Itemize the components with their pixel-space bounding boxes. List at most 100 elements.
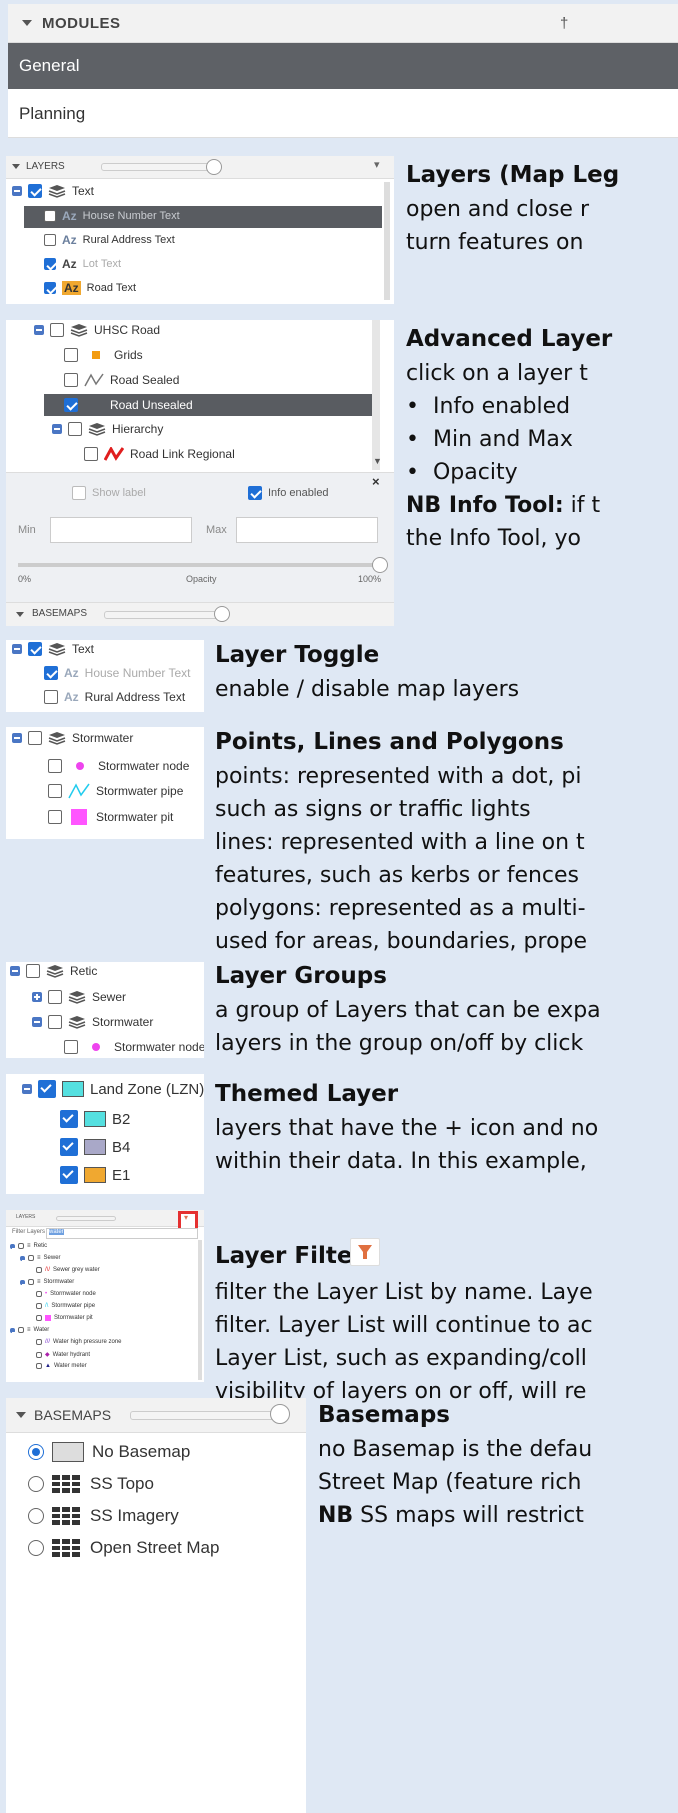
layer-road-text[interactable]: Az Road Text bbox=[44, 281, 136, 295]
basemap-option-osm[interactable]: Open Street Map bbox=[28, 1538, 219, 1558]
modules-header[interactable]: MODULES † bbox=[8, 4, 678, 43]
opacity-slider[interactable] bbox=[101, 163, 221, 171]
scrollbar[interactable] bbox=[372, 320, 380, 470]
layer-checkbox[interactable] bbox=[26, 964, 40, 978]
opacity-slider-track[interactable] bbox=[18, 563, 380, 567]
layer-checkbox[interactable] bbox=[60, 1110, 78, 1128]
filter-row-sewer-grey-water[interactable]: /\/Sewer grey water bbox=[36, 1267, 100, 1273]
layer-checkbox[interactable] bbox=[48, 784, 62, 798]
info-enabled-option[interactable]: Info enabled bbox=[248, 486, 329, 500]
layer-rural-address-text[interactable]: Az Rural Address Text bbox=[44, 690, 185, 704]
layer-checkbox[interactable] bbox=[64, 398, 78, 412]
layer-checkbox[interactable] bbox=[44, 258, 56, 270]
layer-group-retic[interactable]: Retic bbox=[10, 964, 97, 978]
layer-checkbox[interactable] bbox=[18, 1327, 24, 1333]
basemap-radio[interactable] bbox=[28, 1444, 44, 1460]
collapse-icon[interactable] bbox=[10, 1327, 18, 1334]
collapse-icon[interactable] bbox=[12, 186, 22, 196]
show-label-option[interactable]: Show label bbox=[72, 486, 146, 500]
basemap-opacity-slider[interactable] bbox=[130, 1411, 288, 1420]
layer-group-hierarchy[interactable]: Hierarchy bbox=[52, 422, 163, 436]
max-input[interactable] bbox=[236, 517, 378, 543]
layer-checkbox[interactable] bbox=[60, 1166, 78, 1184]
basemap-option-ss-imagery[interactable]: SS Imagery bbox=[28, 1506, 179, 1526]
collapse-caret-icon[interactable] bbox=[16, 612, 24, 617]
close-icon[interactable]: × bbox=[372, 474, 380, 489]
layer-checkbox[interactable] bbox=[28, 184, 42, 198]
layer-road-sealed[interactable]: Road Sealed bbox=[64, 373, 179, 387]
filter-row-stormwater-node[interactable]: • Stormwater node bbox=[36, 1291, 96, 1297]
layer-checkbox[interactable] bbox=[60, 1138, 78, 1156]
basemap-radio[interactable] bbox=[28, 1540, 44, 1556]
filter-icon[interactable]: ▾ bbox=[374, 158, 380, 171]
scrollbar[interactable] bbox=[198, 1240, 202, 1380]
show-label-checkbox[interactable] bbox=[72, 486, 86, 500]
filter-row-water[interactable]: ≡ Water bbox=[10, 1327, 49, 1334]
layer-checkbox[interactable] bbox=[28, 1279, 34, 1285]
layer-checkbox[interactable] bbox=[28, 1255, 34, 1261]
layer-rural-address-text[interactable]: Az Rural Address Text bbox=[44, 233, 175, 247]
layer-house-number-text[interactable]: Az House Number Text bbox=[44, 666, 191, 680]
slider-knob[interactable] bbox=[206, 159, 222, 175]
layer-group-land-zone[interactable]: Land Zone (LZN) bbox=[22, 1080, 204, 1098]
collapse-caret-icon[interactable] bbox=[22, 20, 32, 26]
layer-checkbox[interactable] bbox=[48, 810, 62, 824]
layer-stormwater-pit[interactable]: Stormwater pit bbox=[48, 809, 173, 825]
basemap-option-none[interactable]: No Basemap bbox=[28, 1442, 190, 1462]
min-input[interactable] bbox=[50, 517, 192, 543]
theme-class-b2[interactable]: B2 bbox=[60, 1110, 130, 1128]
layer-checkbox[interactable] bbox=[28, 642, 42, 656]
filter-row-water-meter[interactable]: ▲ Water meter bbox=[36, 1363, 87, 1369]
layer-road-unsealed[interactable]: Road Unsealed bbox=[64, 398, 193, 412]
layer-group-stormwater[interactable]: Stormwater bbox=[32, 1015, 153, 1029]
layer-checkbox[interactable] bbox=[48, 759, 62, 773]
collapse-icon[interactable] bbox=[12, 733, 22, 743]
layer-checkbox[interactable] bbox=[64, 1040, 78, 1054]
layer-group-text[interactable]: Text bbox=[12, 642, 94, 656]
layer-house-number-text[interactable]: Az House Number Text bbox=[44, 209, 180, 223]
filter-row-water-high-pressure[interactable]: ///Water high pressure zone bbox=[36, 1339, 122, 1345]
layer-checkbox[interactable] bbox=[36, 1315, 42, 1321]
collapse-icon[interactable] bbox=[10, 1243, 18, 1250]
basemap-radio[interactable] bbox=[28, 1476, 44, 1492]
collapse-icon[interactable] bbox=[32, 1017, 42, 1027]
filter-icon[interactable]: ▾ bbox=[184, 1213, 188, 1222]
filter-input[interactable] bbox=[46, 1228, 198, 1239]
filter-row-stormwater-pipe[interactable]: /\ Stormwater pipe bbox=[36, 1303, 95, 1309]
filter-row-stormwater-pit[interactable]: Stormwater pit bbox=[36, 1315, 93, 1321]
layer-checkbox[interactable] bbox=[64, 348, 78, 362]
layer-checkbox[interactable] bbox=[48, 990, 62, 1004]
layer-checkbox[interactable] bbox=[36, 1267, 42, 1273]
collapse-icon[interactable] bbox=[10, 966, 20, 976]
collapse-icon[interactable] bbox=[20, 1279, 28, 1286]
layer-group-sewer[interactable]: Sewer bbox=[32, 990, 126, 1004]
layer-lot-text[interactable]: Az Lot Text bbox=[44, 257, 121, 271]
theme-class-e1[interactable]: E1 bbox=[60, 1166, 130, 1184]
layer-checkbox[interactable] bbox=[48, 1015, 62, 1029]
layer-checkbox[interactable] bbox=[44, 282, 56, 294]
layer-grids[interactable]: Grids bbox=[64, 348, 143, 362]
layer-checkbox[interactable] bbox=[36, 1339, 42, 1345]
layer-checkbox[interactable] bbox=[68, 422, 82, 436]
layer-checkbox[interactable] bbox=[44, 234, 56, 246]
collapse-icon[interactable] bbox=[20, 1255, 28, 1262]
collapse-caret-icon[interactable] bbox=[16, 1412, 26, 1418]
layer-checkbox[interactable] bbox=[36, 1363, 42, 1369]
layer-checkbox[interactable] bbox=[36, 1303, 42, 1309]
layer-checkbox[interactable] bbox=[64, 373, 78, 387]
collapse-icon[interactable] bbox=[12, 644, 22, 654]
layer-checkbox[interactable] bbox=[84, 447, 98, 461]
layer-road-link-regional[interactable]: Road Link Regional bbox=[84, 447, 235, 461]
layer-group-uhsc-road[interactable]: UHSC Road bbox=[34, 323, 160, 337]
info-enabled-checkbox[interactable] bbox=[248, 486, 262, 500]
scrollbar[interactable] bbox=[384, 182, 390, 300]
collapse-icon[interactable] bbox=[22, 1084, 32, 1094]
filter-row-retic[interactable]: ≡ Retic bbox=[10, 1243, 47, 1250]
collapse-icon[interactable] bbox=[34, 325, 44, 335]
collapse-icon[interactable] bbox=[52, 424, 62, 434]
layer-stormwater-node[interactable]: Stormwater node bbox=[64, 1040, 204, 1054]
layer-checkbox[interactable] bbox=[44, 690, 58, 704]
filter-row-water-hydrant[interactable]: ◆ Water hydrant bbox=[36, 1351, 90, 1358]
layer-checkbox[interactable] bbox=[44, 666, 58, 680]
pin-icon[interactable]: † bbox=[560, 15, 568, 32]
